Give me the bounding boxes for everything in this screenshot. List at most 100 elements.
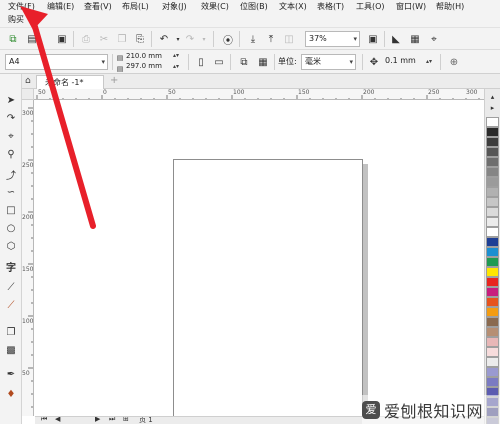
palette-swatch[interactable] bbox=[486, 187, 499, 197]
connector-tool-icon[interactable]: ⟋ bbox=[3, 297, 19, 313]
menu-file[interactable]: 文件(F) bbox=[8, 1, 35, 13]
print-icon[interactable]: ⎙ bbox=[78, 31, 94, 47]
drop-shadow-tool-icon[interactable]: ❐ bbox=[3, 324, 19, 340]
paste-icon[interactable]: ⎘ bbox=[132, 31, 148, 47]
palette-swatch[interactable] bbox=[486, 267, 499, 277]
palette-swatch[interactable] bbox=[486, 347, 499, 357]
palette-swatch[interactable] bbox=[486, 157, 499, 167]
palette-swatch[interactable] bbox=[486, 287, 499, 297]
palette-swatch[interactable] bbox=[486, 197, 499, 207]
page-width-field[interactable]: 210.0 mm bbox=[123, 52, 169, 62]
page-size-select[interactable]: A4 ▾ bbox=[5, 54, 108, 70]
crop-tool-icon[interactable]: ⌖ bbox=[3, 128, 19, 144]
text-tool-icon[interactable]: 字 bbox=[3, 258, 19, 274]
cut-icon[interactable]: ✂ bbox=[96, 31, 112, 47]
height-spin-icon[interactable]: ▴▾ bbox=[171, 63, 181, 71]
ellipse-tool-icon[interactable]: ○ bbox=[3, 220, 19, 236]
page-tab-label[interactable]: 页 1 bbox=[139, 417, 153, 424]
document-page[interactable] bbox=[173, 159, 363, 424]
palette-swatch[interactable] bbox=[486, 147, 499, 157]
palette-swatch[interactable] bbox=[486, 127, 499, 137]
palette-menu-icon[interactable]: ▸ bbox=[485, 103, 500, 113]
palette-swatch[interactable] bbox=[486, 337, 499, 347]
menu-window[interactable]: 窗口(W) bbox=[396, 1, 426, 13]
palette-swatch[interactable] bbox=[486, 257, 499, 267]
artistic-media-tool-icon[interactable]: ∽ bbox=[3, 184, 19, 200]
menu-tools[interactable]: 工具(O) bbox=[356, 1, 385, 13]
palette-swatch[interactable] bbox=[486, 317, 499, 327]
landscape-icon[interactable]: ▭ bbox=[211, 54, 227, 70]
units-select[interactable]: 毫米 ▾ bbox=[301, 54, 356, 70]
menu-effects[interactable]: 效果(C) bbox=[201, 1, 229, 13]
palette-swatch[interactable] bbox=[486, 277, 499, 287]
palette-swatch[interactable] bbox=[486, 327, 499, 337]
ruler-origin[interactable] bbox=[22, 89, 34, 100]
last-page-icon[interactable]: ⏭ bbox=[109, 417, 115, 424]
next-page-icon[interactable]: ▶ bbox=[95, 417, 100, 423]
menu-table[interactable]: 表格(T) bbox=[317, 1, 344, 13]
palette-scroll-up-icon[interactable]: ▴ bbox=[485, 92, 500, 102]
zoom-select[interactable]: 37% ▾ bbox=[305, 31, 360, 47]
transparency-tool-icon[interactable]: ▩ bbox=[3, 342, 19, 358]
copy-icon[interactable]: ❐ bbox=[114, 31, 130, 47]
palette-swatch[interactable] bbox=[486, 377, 499, 387]
page-height-field[interactable]: 297.0 mm bbox=[123, 62, 169, 72]
nudge-spin-icon[interactable]: ▴▾ bbox=[424, 58, 434, 66]
redo-dropdown-icon[interactable]: ▾ bbox=[196, 31, 212, 47]
shape-tool-icon[interactable]: ↷ bbox=[3, 110, 19, 126]
rectangle-tool-icon[interactable]: □ bbox=[3, 202, 19, 218]
menu-edit[interactable]: 编辑(E) bbox=[47, 1, 74, 13]
eyedropper-tool-icon[interactable]: ✒ bbox=[3, 366, 19, 382]
show-guidelines-icon[interactable]: ⌖ bbox=[426, 31, 442, 47]
show-rulers-icon[interactable]: ◣ bbox=[388, 31, 404, 47]
show-grid-icon[interactable]: ▦ bbox=[407, 31, 423, 47]
open-folder-icon[interactable]: ▤ bbox=[24, 31, 40, 47]
palette-swatch[interactable] bbox=[486, 177, 499, 187]
interactive-fill-tool-icon[interactable]: ♦ bbox=[3, 386, 19, 402]
freehand-tool-icon[interactable]: ⤴ bbox=[3, 166, 19, 182]
current-page-icon[interactable]: ▦ bbox=[255, 54, 271, 70]
palette-swatch[interactable] bbox=[486, 207, 499, 217]
palette-swatch[interactable] bbox=[486, 217, 499, 227]
quick-customize-icon[interactable]: ⊕ bbox=[446, 54, 462, 70]
width-spin-icon[interactable]: ▴▾ bbox=[171, 52, 181, 60]
add-page-icon[interactable]: ⊞ bbox=[123, 417, 129, 423]
palette-swatch[interactable] bbox=[486, 117, 499, 127]
palette-swatch[interactable] bbox=[486, 247, 499, 257]
palette-swatch[interactable] bbox=[486, 297, 499, 307]
menu-layout[interactable]: 布局(L) bbox=[122, 1, 149, 13]
menu-buy[interactable]: 购买 bbox=[8, 14, 24, 26]
new-document-icon[interactable]: ⧉ bbox=[5, 31, 21, 47]
palette-swatch[interactable] bbox=[486, 357, 499, 367]
polygon-tool-icon[interactable]: ⬡ bbox=[3, 238, 19, 254]
document-tab[interactable]: 未命名 -1* bbox=[36, 75, 104, 89]
search-content-icon[interactable]: ⦿ bbox=[220, 31, 236, 47]
export-icon[interactable]: ⤒ bbox=[263, 31, 279, 47]
palette-swatch[interactable] bbox=[486, 227, 499, 237]
publish-pdf-icon[interactable]: ◫ bbox=[281, 31, 297, 47]
first-page-icon[interactable]: ⏮ bbox=[41, 417, 47, 424]
pick-tool-icon[interactable]: ➤ bbox=[3, 92, 19, 108]
portrait-icon[interactable]: ▯ bbox=[193, 54, 209, 70]
prev-page-icon[interactable]: ◀ bbox=[55, 417, 60, 423]
palette-swatch[interactable] bbox=[486, 307, 499, 317]
save-icon[interactable]: ▣ bbox=[54, 31, 70, 47]
import-icon[interactable]: ⤓ bbox=[245, 31, 261, 47]
add-tab-icon[interactable]: + bbox=[110, 75, 118, 86]
all-pages-icon[interactable]: ⧉ bbox=[236, 54, 252, 70]
palette-swatch[interactable] bbox=[486, 137, 499, 147]
palette-swatch[interactable] bbox=[486, 367, 499, 377]
horizontal-ruler[interactable]: 50 0 50 100 150 200 250 300 bbox=[34, 89, 484, 100]
home-icon[interactable]: ⌂ bbox=[25, 76, 31, 86]
menu-view[interactable]: 查看(V) bbox=[84, 1, 112, 13]
zoom-tool-icon[interactable]: ⚲ bbox=[3, 146, 19, 162]
palette-swatch[interactable] bbox=[486, 237, 499, 247]
menu-object[interactable]: 对象(J) bbox=[162, 1, 187, 13]
menu-bitmap[interactable]: 位图(B) bbox=[240, 1, 268, 13]
full-screen-icon[interactable]: ▣ bbox=[365, 31, 381, 47]
nudge-distance-field[interactable]: 0.1 mm bbox=[382, 54, 424, 70]
menu-help[interactable]: 帮助(H) bbox=[436, 1, 464, 13]
parallel-dimension-tool-icon[interactable]: ⟋ bbox=[3, 279, 19, 295]
vertical-ruler[interactable]: 300 250 200 150 100 50 bbox=[22, 100, 34, 416]
menu-text[interactable]: 文本(X) bbox=[279, 1, 307, 13]
